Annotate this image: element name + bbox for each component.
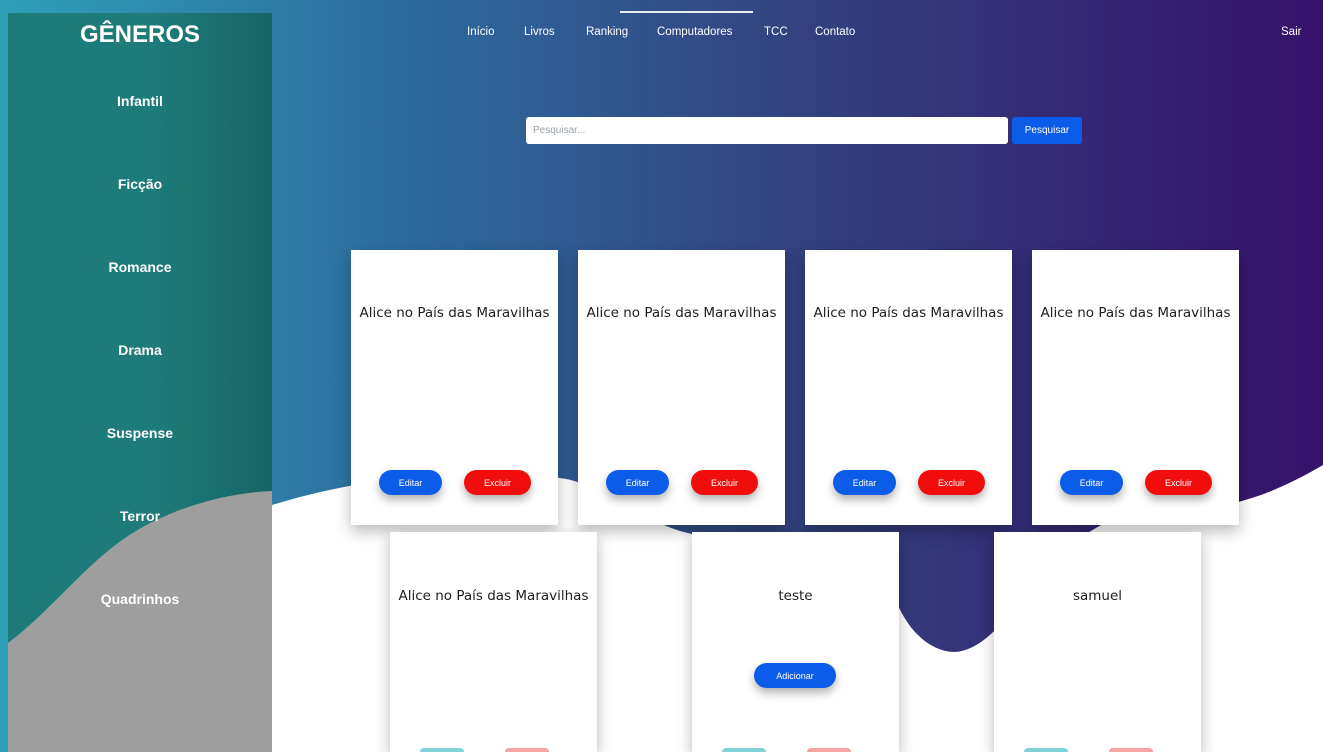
book-title: Alice no País das Maravilhas [1040,305,1231,321]
book-card: Alice no País das Maravilhas [390,532,597,752]
genre-link-infantil[interactable]: Infantil [8,93,272,109]
delete-button[interactable]: Excluir [918,470,985,495]
book-title: Alice no País das Maravilhas [398,588,589,604]
nav-link-inicio[interactable]: Início [467,26,495,38]
genre-link-drama[interactable]: Drama [8,342,272,358]
edit-button[interactable]: Editar [833,470,896,495]
nav-active-indicator [620,11,753,13]
edit-button[interactable]: Editar [1060,470,1123,495]
nav-link-livros[interactable]: Livros [524,26,555,38]
page: GÊNEROS Infantil Ficção Romance Drama Su… [0,0,1323,752]
genre-link-suspense[interactable]: Suspense [8,425,272,441]
book-card: Alice no País das Maravilhas Editar Excl… [578,250,785,525]
book-card: Alice no País das Maravilhas Editar Excl… [805,250,1012,525]
card-button-peek [807,748,851,752]
card-button-peek [722,748,766,752]
card-button-peek [505,748,549,752]
genre-link-terror[interactable]: Terror [8,508,272,524]
card-button-peek [1024,748,1068,752]
book-card: Alice no País das Maravilhas Editar Excl… [351,250,558,525]
sidebar-title: GÊNEROS [79,21,201,48]
book-title: samuel [1072,588,1123,604]
sidebar-gray-wave [8,491,272,752]
book-title: Alice no País das Maravilhas [359,305,550,321]
book-card: samuel [994,532,1201,752]
delete-button[interactable]: Excluir [691,470,758,495]
delete-button[interactable]: Excluir [464,470,531,495]
card-button-peek [1109,748,1153,752]
nav-link-computadores[interactable]: Computadores [657,26,732,38]
genre-link-quadrinhos[interactable]: Quadrinhos [8,591,272,607]
edit-button[interactable]: Editar [606,470,669,495]
edit-button[interactable]: Editar [379,470,442,495]
book-title: Alice no País das Maravilhas [813,305,1004,321]
card-button-peek [420,748,464,752]
logout-link[interactable]: Sair [1281,26,1301,38]
search-input[interactable] [526,117,1008,144]
genre-link-romance[interactable]: Romance [8,259,272,275]
book-card: teste Adicionar [692,532,899,752]
nav-link-ranking[interactable]: Ranking [586,26,628,38]
delete-button[interactable]: Excluir [1145,470,1212,495]
nav-link-contato[interactable]: Contato [815,26,855,38]
book-title: teste [778,588,813,604]
add-button[interactable]: Adicionar [754,663,836,688]
genre-link-ficcao[interactable]: Ficção [8,176,272,192]
search-button[interactable]: Pesquisar [1012,117,1082,144]
nav-link-tcc[interactable]: TCC [764,26,788,38]
book-card: Alice no País das Maravilhas Editar Excl… [1032,250,1239,525]
book-title: Alice no País das Maravilhas [586,305,777,321]
genre-sidebar: GÊNEROS Infantil Ficção Romance Drama Su… [8,13,272,752]
